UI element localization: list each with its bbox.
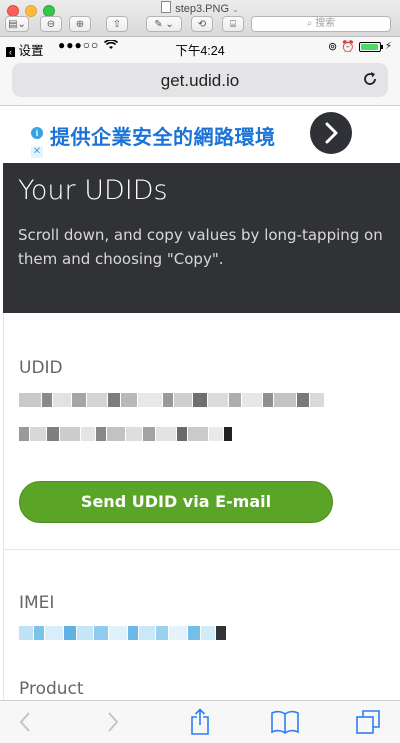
status-right-icons: ⊚ ⏰ ⚡ — [328, 40, 392, 53]
search-placeholder: 搜索 — [315, 18, 336, 29]
udid-label: UDID — [19, 358, 63, 378]
imei-value[interactable] — [19, 626, 226, 640]
section-divider — [4, 549, 400, 550]
page-title: Your UDIDs — [18, 175, 168, 206]
rotation-lock-icon: ⊚ — [328, 41, 338, 53]
window-titlebar: step3.PNG ⌄ ▤⌄ ⊖ ⊕ ⇧ ✎ ⌄ ⟲ ⌸ ⌕ 搜索 — [0, 0, 400, 37]
pen-icon: ✎ ⌄ — [154, 18, 174, 30]
tabs-button[interactable] — [352, 701, 384, 743]
bookmarks-button[interactable] — [268, 701, 302, 743]
ad-info-icon[interactable]: i — [31, 127, 43, 139]
udid-value-line-1[interactable] — [19, 393, 324, 407]
ad-close-icon[interactable]: ✕ — [31, 146, 43, 158]
forward-button[interactable] — [98, 701, 128, 743]
chevron-right-icon — [108, 712, 119, 732]
udid-content: UDID Send UDID via E-mail IMEI Product — [3, 313, 400, 703]
ad-banner[interactable]: i ✕ 提供企業安全的網路環境 — [28, 106, 368, 162]
book-icon — [271, 710, 299, 734]
udid-value-line-2[interactable] — [19, 427, 232, 441]
browser-address-area: get.udid.io — [0, 57, 400, 106]
share-icon — [191, 708, 209, 735]
ad-text[interactable]: 提供企業安全的網路環境 — [50, 121, 276, 150]
ad-arrow-button[interactable] — [310, 112, 352, 154]
send-udid-email-button[interactable]: Send UDID via E-mail — [19, 481, 333, 523]
url-text: get.udid.io — [160, 71, 240, 90]
sidebar-toggle-button[interactable]: ▤⌄ — [5, 16, 29, 32]
rotate-button[interactable]: ⟲ — [191, 16, 213, 32]
reload-icon[interactable] — [360, 69, 380, 89]
zoom-out-button[interactable]: ⊖ — [40, 16, 62, 32]
zoom-in-icon: ⊕ — [75, 18, 85, 30]
ios-status-bar: ‹ 设置 ●●●○○ 下午4:24 ⊚ ⏰ ⚡ — [0, 37, 400, 58]
chevron-right-icon — [325, 122, 338, 144]
tabs-icon — [356, 710, 380, 734]
back-button[interactable] — [10, 701, 40, 743]
share-button[interactable]: ⇧ — [106, 16, 128, 32]
product-label: Product — [19, 679, 84, 699]
window-title-text: step3.PNG — [175, 3, 230, 15]
chevron-left-icon — [19, 712, 30, 732]
share-icon: ⇧ — [112, 18, 122, 30]
charging-icon: ⚡ — [384, 41, 392, 52]
page-subtitle: Scroll down, and copy values by long-tap… — [18, 226, 383, 268]
browser-bottom-toolbar — [0, 700, 400, 743]
rotate-icon: ⟲ — [197, 18, 207, 30]
share-page-button[interactable] — [184, 701, 216, 743]
search-icon: ⌕ — [306, 18, 316, 29]
window-search-input[interactable]: ⌕ 搜索 — [251, 16, 391, 32]
imei-label: IMEI — [19, 593, 55, 613]
page-hero: Your UDIDs Scroll down, and copy values … — [3, 163, 400, 313]
zoom-in-button[interactable]: ⊕ — [69, 16, 91, 32]
toolbox-button[interactable]: ⌸ — [222, 16, 244, 32]
window-title: step3.PNG ⌄ — [0, 1, 400, 15]
alarm-icon: ⏰ — [341, 41, 355, 53]
sidebar-icon: ▤⌄ — [8, 18, 26, 30]
url-field[interactable]: get.udid.io — [12, 63, 388, 97]
zoom-out-icon: ⊖ — [46, 18, 56, 30]
battery-icon — [358, 41, 383, 52]
document-icon — [161, 1, 172, 13]
toolbox-icon: ⌸ — [230, 18, 236, 30]
markup-button[interactable]: ✎ ⌄ — [146, 16, 182, 32]
